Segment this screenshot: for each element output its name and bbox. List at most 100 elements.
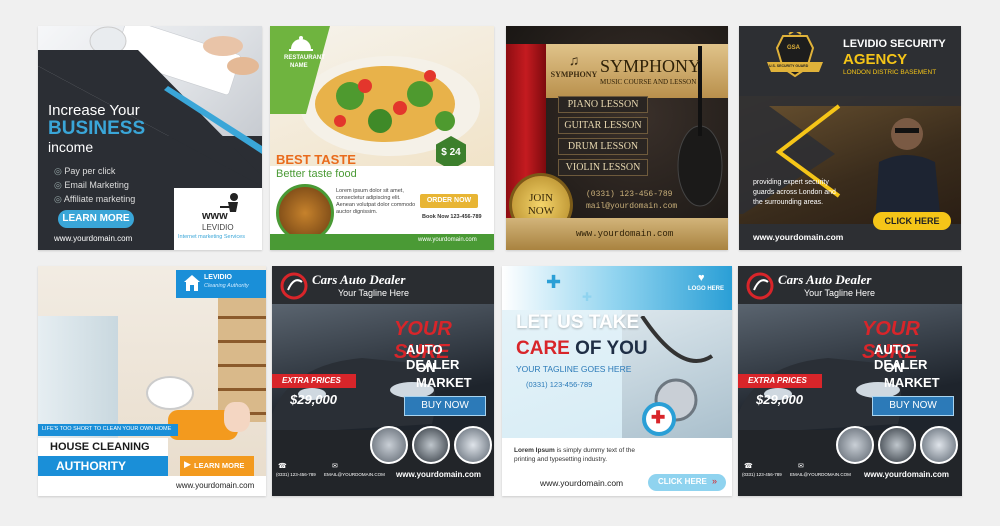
tagline: Your Tagline Here bbox=[338, 288, 410, 298]
title-line1: HOUSE CLEANING bbox=[50, 441, 150, 453]
logo-tagline: Internet marketing Services bbox=[178, 234, 245, 240]
headline-line2: BUSINESS bbox=[48, 118, 146, 139]
order-now-button[interactable]: ORDER NOW bbox=[420, 194, 478, 208]
thumbnail-car-1 bbox=[836, 426, 874, 464]
target-icon: ◎ bbox=[54, 166, 65, 176]
domain-text: www.yourdomain.com bbox=[864, 470, 950, 479]
body-text: providing expert security guards across … bbox=[753, 179, 836, 206]
title-line2: AUTHORITY bbox=[56, 459, 126, 473]
domain-text: www.yourdomain.com bbox=[418, 237, 477, 243]
lesson-item[interactable]: DRUM LESSON bbox=[558, 138, 648, 155]
thumbnail-car-3 bbox=[920, 426, 958, 464]
join-now-text: JOIN NOW bbox=[527, 192, 555, 217]
tagline: Your Tagline Here bbox=[804, 288, 876, 298]
security-badge-icon bbox=[767, 32, 823, 78]
headline-line1: LET US TAKE bbox=[516, 312, 640, 333]
wall-clock bbox=[148, 378, 192, 408]
headline-line3: ON MARKET bbox=[884, 360, 940, 390]
book-text: Book Now 123-456-789 bbox=[422, 214, 482, 220]
thumbnail-car-2 bbox=[878, 426, 916, 464]
person-figure bbox=[224, 402, 250, 432]
email-icon: ✉ bbox=[798, 463, 804, 470]
lesson-item[interactable]: GUITAR LESSON bbox=[558, 117, 648, 134]
lesson-item[interactable]: PIANO LESSON bbox=[558, 96, 648, 113]
badge-ribbon-text: U.S. SECURITY GUARD bbox=[769, 64, 809, 68]
buy-now-button[interactable]: BUY NOW bbox=[404, 396, 486, 416]
best-taste-heading: BEST TASTE bbox=[276, 152, 356, 167]
ad-card-restaurant[interactable]: RESTAURANT NAME $ 24 BEST TASTE Better t… bbox=[270, 26, 494, 250]
target-icon: ◎ bbox=[54, 180, 65, 190]
learn-more-label: LEARN MORE bbox=[194, 461, 245, 470]
price-text: $ 24 bbox=[441, 147, 461, 158]
house-icon bbox=[184, 275, 200, 291]
email-text: EMAIL@YOURDOMAIN.COM bbox=[790, 472, 851, 477]
better-taste-subheading: Better taste food bbox=[276, 168, 357, 180]
plus-icon: ✚ bbox=[546, 272, 562, 292]
domain-text: www.yourdomain.com bbox=[176, 481, 255, 490]
phone-text: (0331) 123-456-789 bbox=[526, 380, 593, 389]
bullet-list: ◎ Pay per click ◎ Email Marketing ◎ Affi… bbox=[54, 164, 135, 206]
ad-card-medical-care[interactable]: ✚ ✚ ♥ LOGO HERE ✚ LET US TAKE CARE OF YO… bbox=[502, 266, 732, 496]
stethoscope-illustration bbox=[640, 316, 714, 422]
price: $29,000 bbox=[756, 392, 803, 407]
medical-cross-icon: ✚ bbox=[651, 408, 666, 427]
headline-line3: ON MARKET bbox=[416, 360, 472, 390]
ad-card-auto-dealer[interactable]: Cars Auto Dealer Your Tagline Here YOUR … bbox=[272, 266, 494, 496]
headline-line3: income bbox=[48, 139, 94, 155]
phone-text: (0331) 123-456-789 bbox=[586, 190, 673, 199]
phone-icon: ☎ bbox=[744, 463, 753, 470]
logo-small: ♫ SYMPHONY bbox=[550, 54, 598, 79]
treble-clef-icon: ♫ bbox=[568, 54, 580, 69]
ad-card-music-lessons[interactable]: ♫ SYMPHONY SYMPHONY MUSIC COURSE AND LES… bbox=[506, 26, 728, 250]
title-line1: LEVIDIO SECURITY bbox=[843, 38, 946, 50]
cloche-icon bbox=[289, 36, 313, 51]
ad-card-internet-marketing[interactable]: Increase Your BUSINESS income ◎ Pay per … bbox=[38, 26, 262, 250]
brand-name: Cars Auto Dealer bbox=[312, 272, 406, 287]
restaurant-label-2: NAME bbox=[290, 63, 308, 69]
brand-sub: Cleaning Authority bbox=[204, 283, 249, 289]
buy-now-button[interactable]: BUY NOW bbox=[872, 396, 954, 416]
click-here-button[interactable]: CLICK HERE bbox=[873, 212, 951, 230]
brand-name: Cars Auto Dealer bbox=[778, 272, 872, 287]
plus-icon: ✚ bbox=[582, 290, 593, 304]
logo-text: LOGO HERE bbox=[688, 286, 725, 292]
title-line2: AGENCY bbox=[843, 51, 908, 68]
subtitle: LONDON DISTRIC BASEMENT bbox=[843, 69, 937, 76]
heart-icon: ♥ bbox=[698, 272, 705, 284]
extra-prices: EXTRA PRICES bbox=[748, 376, 807, 385]
email-icon: ✉ bbox=[332, 463, 338, 470]
play-icon: ▶ bbox=[184, 459, 191, 469]
headline-line1: Increase Your bbox=[48, 102, 140, 119]
ad-card-security-agency[interactable]: GSA U.S. SECURITY GUARD LEVIDIO SECURITY… bbox=[739, 26, 961, 250]
target-icon: ◎ bbox=[54, 194, 64, 204]
restaurant-label-1: RESTAURANT bbox=[284, 55, 325, 61]
bullet-item: ◎ Pay per click bbox=[54, 166, 116, 176]
phone-text: (0331) 123-456-789 bbox=[276, 472, 316, 477]
domain-text: www.yourdomain.com bbox=[576, 229, 674, 239]
ad-card-house-cleaning[interactable]: LEVIDIO Cleaning Authority LIFE'S TOO SH… bbox=[38, 266, 266, 496]
domain-text: www.yourdomain.com bbox=[396, 470, 482, 479]
email-text: EMAIL@YOURDOMAIN.COM bbox=[324, 472, 385, 477]
logo-name: LEVIDIO bbox=[202, 223, 234, 232]
body-text: Lorem Ipsum is simply dummy text of the … bbox=[514, 447, 636, 463]
double-arrow-icon: » bbox=[712, 476, 718, 486]
thumbnail-car-3 bbox=[454, 426, 492, 464]
learn-more-button[interactable]: LEARN MORE bbox=[58, 210, 134, 228]
lesson-item[interactable]: VIOLIN LESSON bbox=[558, 159, 648, 176]
logo-mark: www bbox=[202, 210, 228, 222]
phone-text: (0331) 123-456-789 bbox=[742, 472, 782, 477]
car-logo-icon bbox=[746, 272, 774, 300]
thumbnail-car-2 bbox=[412, 426, 450, 464]
thumbnail-car-1 bbox=[370, 426, 408, 464]
bullet-item: ◎ Email Marketing bbox=[54, 180, 129, 190]
logo-box: www LEVIDIO Internet marketing Services bbox=[174, 188, 262, 250]
ad-card-auto-dealer-2[interactable]: Cars Auto Dealer Your Tagline Here YOUR … bbox=[738, 266, 962, 496]
click-here-label: CLICK HERE bbox=[658, 477, 707, 486]
body-text: Lorem ipsum dolor sit amet, consectetur … bbox=[336, 188, 416, 215]
mail-text: mail@yourdomain.com bbox=[586, 202, 678, 211]
tagline: LIFE'S TOO SHORT TO CLEAN YOUR OWN HOME bbox=[42, 426, 172, 432]
car-logo-icon bbox=[280, 272, 308, 300]
headline-line2: CARE OF YOU bbox=[516, 338, 648, 359]
extra-prices: EXTRA PRICES bbox=[282, 376, 341, 385]
bullet-item: ◎ Affiliate marketing bbox=[54, 194, 136, 204]
